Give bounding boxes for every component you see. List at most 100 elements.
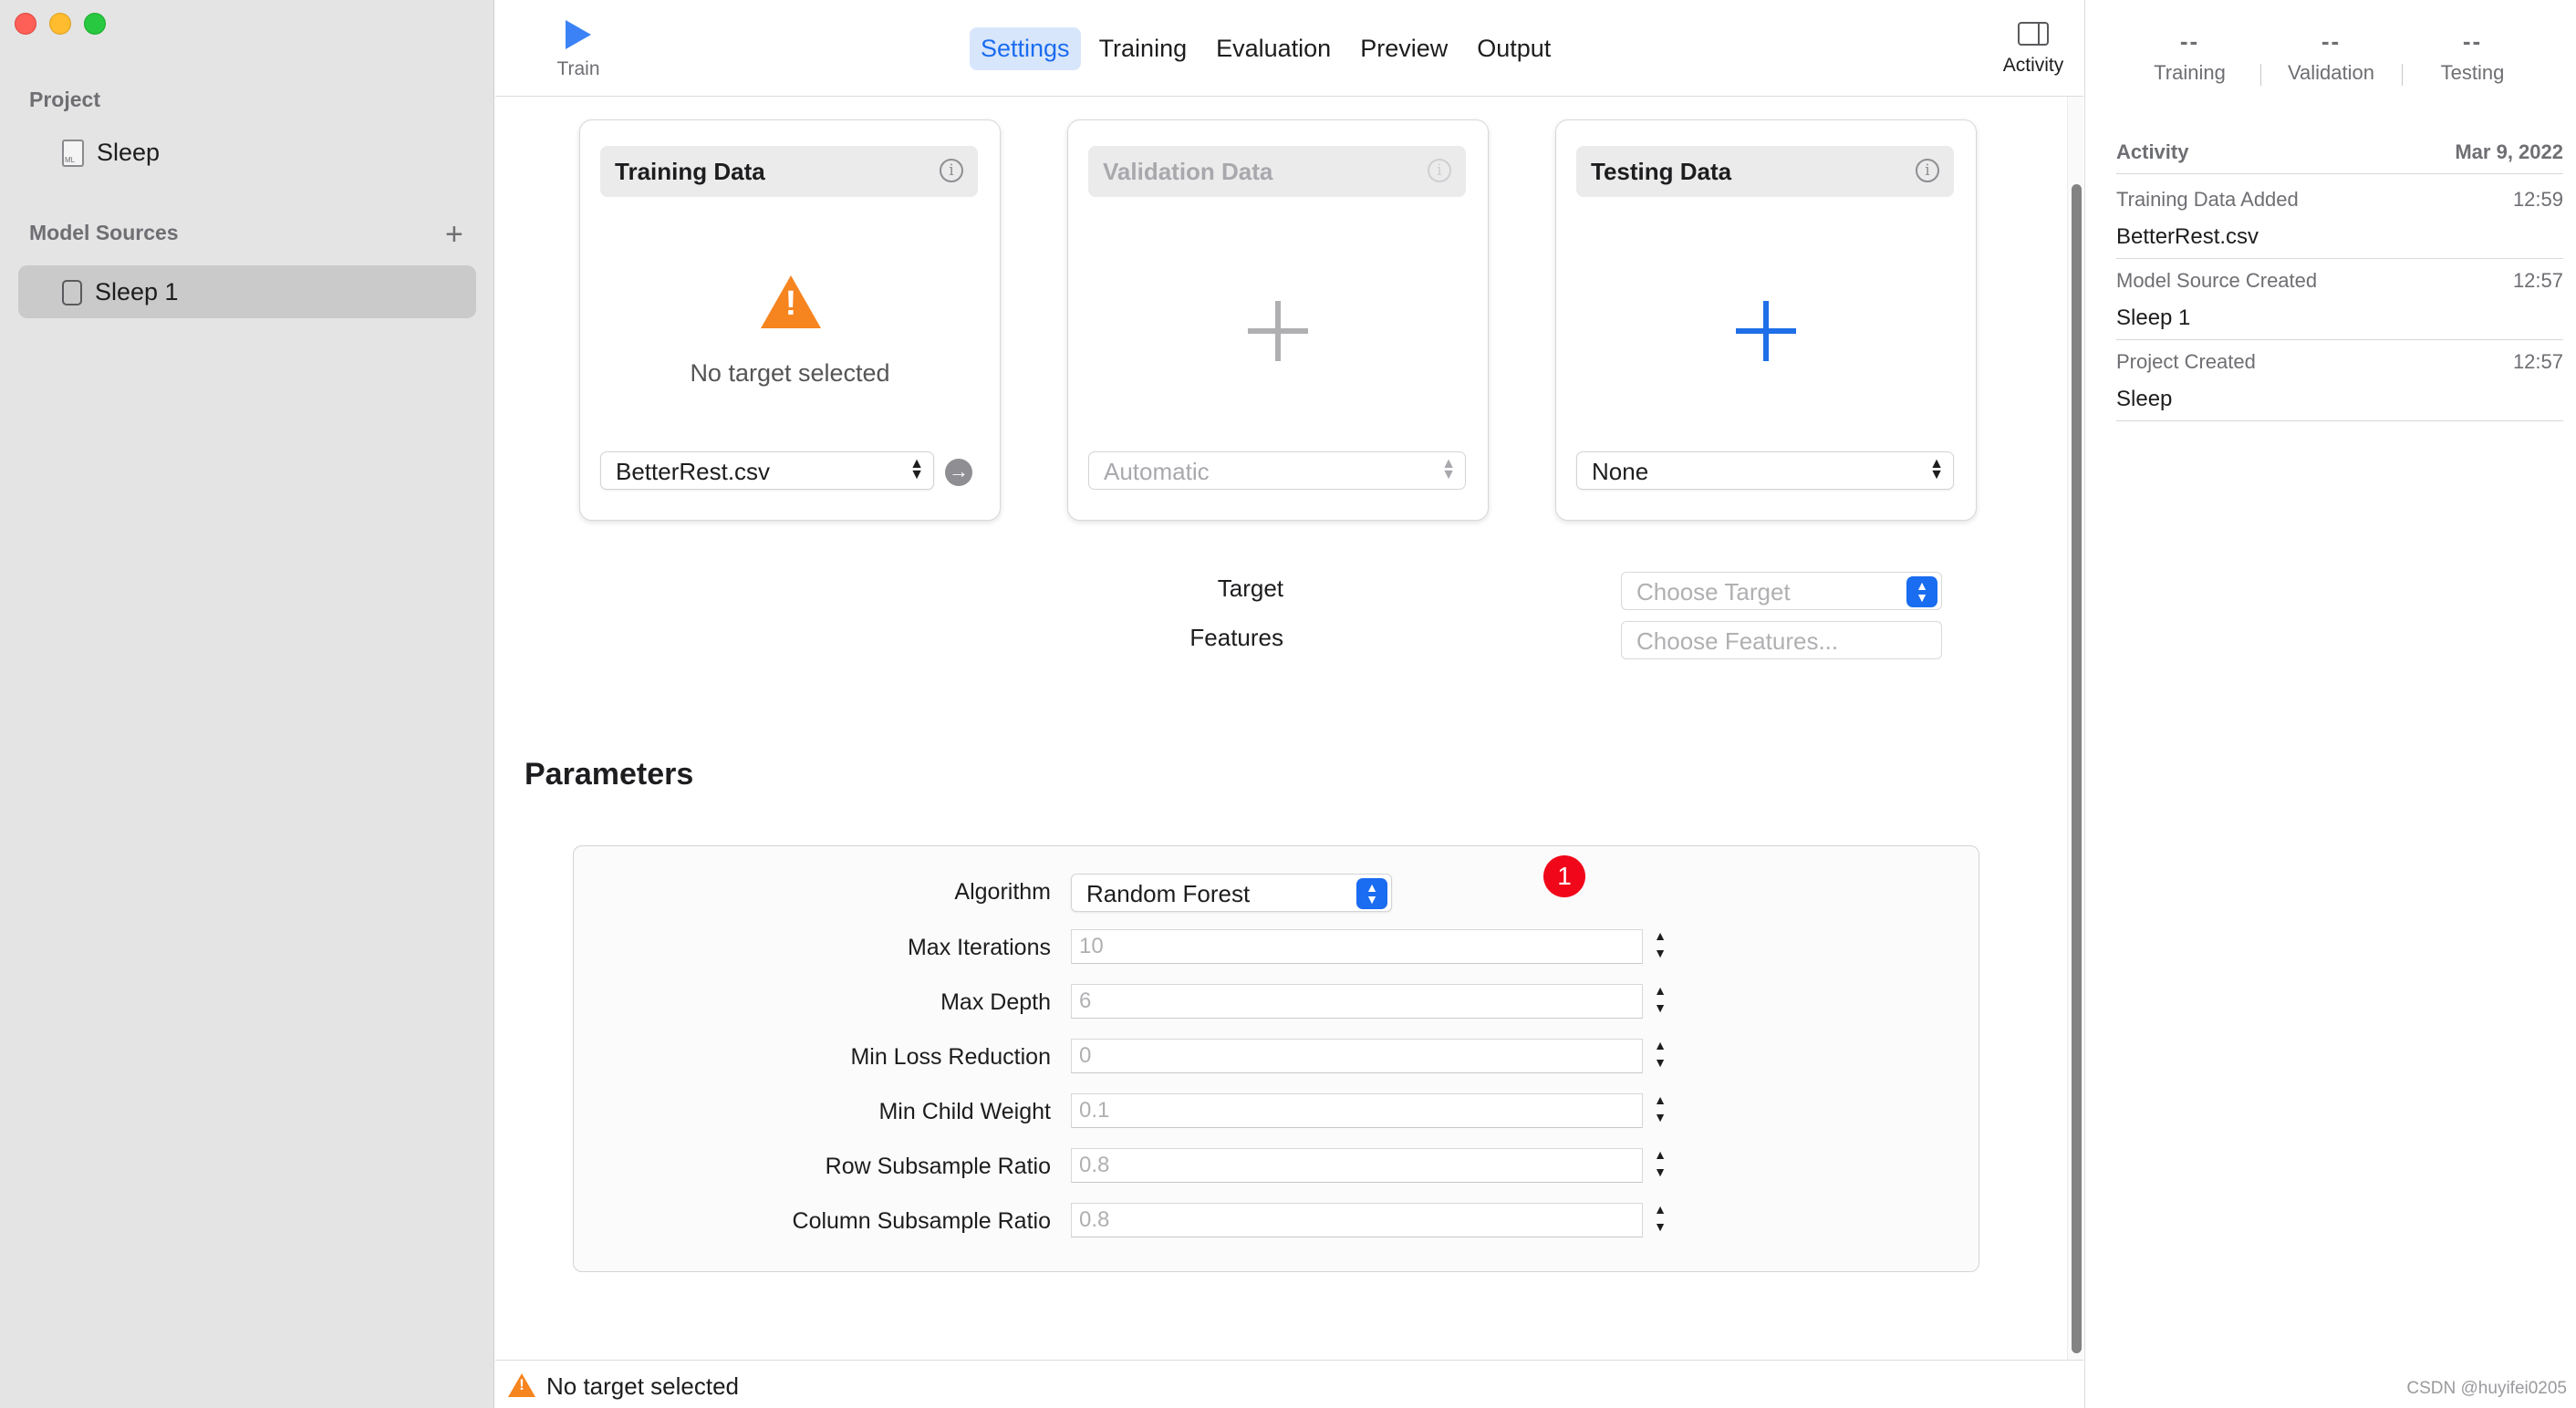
activity-item: Training Data Added 12:59 BetterRest.csv: [2116, 179, 2563, 259]
sidebar-item-label: Sleep: [97, 139, 161, 166]
select-value: BetterRest.csv: [616, 458, 771, 485]
tab-preview[interactable]: Preview: [1349, 27, 1459, 70]
tab-output[interactable]: Output: [1466, 27, 1562, 70]
go-to-data-icon[interactable]: →: [945, 459, 972, 486]
features-label: Features: [1189, 624, 1283, 651]
annotation-badge: 1: [1543, 855, 1585, 897]
card-title: Testing Data: [1591, 158, 1732, 185]
sidebar: Project Sleep Model Sources + Sleep 1: [0, 0, 494, 1408]
training-data-card: Training Data i ! No target selected Bet…: [579, 119, 1001, 521]
warning-exclamation: !: [519, 1376, 525, 1393]
close-window-button[interactable]: [15, 13, 36, 35]
count-value: --: [2179, 27, 2200, 55]
row-subsample-ratio-input[interactable]: 0.8: [1071, 1148, 1643, 1183]
target-label: Target: [1217, 575, 1283, 602]
add-model-source-icon[interactable]: +: [445, 217, 463, 253]
select-value: Random Forest: [1086, 880, 1251, 907]
add-testing-data-icon[interactable]: [1736, 301, 1796, 361]
play-icon: [566, 20, 591, 49]
scroll-thumb[interactable]: [2072, 184, 2082, 1353]
count-label: Validation: [2288, 61, 2374, 84]
activity-header-title: Activity: [2116, 140, 2189, 163]
training-count: -- Training: [2119, 27, 2260, 85]
activity-button[interactable]: Activity: [1983, 22, 2083, 77]
activity-item-time: 12:59: [2512, 188, 2563, 211]
testing-data-card: Testing Data i None ▲ ▼: [1555, 119, 1977, 521]
column-subsample-ratio-input[interactable]: 0.8: [1071, 1203, 1643, 1237]
min-loss-reduction-input[interactable]: 0: [1071, 1039, 1643, 1073]
min-child-weight-stepper[interactable]: ▲ ▼: [1650, 1092, 1670, 1130]
activity-item-value: Sleep 1: [2116, 305, 2191, 330]
activity-date: Mar 9, 2022: [2455, 140, 2563, 163]
card-title: Training Data: [615, 158, 765, 185]
sidebar-toggle-icon: [2018, 22, 2049, 46]
sidebar-item-model-source[interactable]: Sleep 1: [62, 278, 179, 306]
add-validation-data-icon: [1248, 301, 1308, 361]
activity-panel: -- Training -- Validation -- Testing Act…: [2084, 0, 2576, 1408]
select-value: Automatic: [1104, 458, 1210, 485]
max-depth-label: Max Depth: [940, 989, 1051, 1015]
max-iterations-label: Max Iterations: [907, 935, 1051, 960]
info-icon[interactable]: i: [1916, 159, 1939, 182]
activity-item-value: Sleep: [2116, 387, 2173, 411]
activity-header: Activity Mar 9, 2022: [2116, 140, 2563, 174]
tab-evaluation[interactable]: Evaluation: [1205, 27, 1342, 70]
features-placeholder: Choose Features...: [1636, 627, 1839, 655]
min-child-weight-input[interactable]: 0.1: [1071, 1093, 1643, 1128]
validation-data-card: Validation Data i Automatic ▲ ▼: [1067, 119, 1489, 521]
sidebar-item-project[interactable]: Sleep: [62, 139, 160, 167]
card-header: Training Data i: [600, 146, 978, 197]
target-select[interactable]: Choose Target ▲ ▼: [1621, 572, 1942, 610]
activity-item: Project Created 12:57 Sleep: [2116, 341, 2563, 421]
count-label: Training: [2154, 61, 2226, 84]
settings-content: Training Data i ! No target selected Bet…: [495, 97, 2083, 1360]
data-counts: -- Training -- Validation -- Testing: [2085, 27, 2576, 86]
up-down-chevron-icon: ▲ ▼: [1356, 878, 1387, 909]
max-iterations-input[interactable]: 10: [1071, 929, 1643, 964]
train-button[interactable]: Train: [537, 20, 619, 80]
training-data-select[interactable]: BetterRest.csv ▲ ▼: [600, 451, 934, 490]
testing-data-select[interactable]: None ▲ ▼: [1576, 451, 1954, 490]
min-loss-reduction-label: Min Loss Reduction: [850, 1044, 1051, 1070]
features-select[interactable]: Choose Features...: [1621, 621, 1942, 659]
row-subsample-ratio-label: Row Subsample Ratio: [825, 1154, 1051, 1179]
activity-item-title: Model Source Created: [2116, 269, 2318, 292]
create-ml-window: Project Sleep Model Sources + Sleep 1 Tr…: [0, 0, 2576, 1408]
activity-item: Model Source Created 12:57 Sleep 1: [2116, 260, 2563, 340]
status-text: No target selected: [546, 1372, 740, 1400]
row-subsample-ratio-stepper[interactable]: ▲ ▼: [1650, 1146, 1670, 1185]
max-iterations-stepper[interactable]: ▲ ▼: [1650, 927, 1670, 966]
minimize-window-button[interactable]: [49, 13, 71, 35]
activity-label: Activity: [2002, 55, 2064, 76]
count-label: Testing: [2440, 61, 2505, 84]
zoom-window-button[interactable]: [84, 13, 106, 35]
tab-bar: Settings Training Evaluation Preview Out…: [970, 27, 1562, 70]
model-sources-section-header: Model Sources: [29, 221, 179, 244]
activity-item-time: 12:57: [2512, 269, 2563, 292]
min-loss-reduction-stepper[interactable]: ▲ ▼: [1650, 1037, 1670, 1075]
toolbar: Train Settings Training Evaluation Previ…: [495, 0, 2083, 97]
tab-training[interactable]: Training: [1088, 27, 1199, 70]
column-subsample-ratio-label: Column Subsample Ratio: [792, 1208, 1051, 1234]
model-source-icon: [62, 279, 82, 305]
info-icon[interactable]: i: [940, 159, 963, 182]
parameters-title: Parameters: [525, 757, 694, 792]
max-depth-input[interactable]: 6: [1071, 984, 1643, 1019]
parameters-panel: Algorithm Random Forest ▲ ▼ 1 Max Iterati…: [573, 845, 1979, 1272]
testing-count: -- Testing: [2402, 27, 2543, 86]
activity-item-time: 12:57: [2512, 350, 2563, 373]
tab-settings[interactable]: Settings: [970, 27, 1081, 70]
ml-document-icon: [62, 139, 84, 167]
algorithm-select[interactable]: Random Forest ▲ ▼: [1071, 874, 1392, 912]
watermark: CSDN @huyifei0205: [2406, 1379, 2567, 1398]
card-message: No target selected: [690, 359, 890, 387]
up-down-chevron-icon: ▲ ▼: [909, 456, 924, 482]
max-depth-stepper[interactable]: ▲ ▼: [1650, 982, 1670, 1020]
activity-item-value: BetterRest.csv: [2116, 224, 2259, 249]
column-subsample-ratio-stepper[interactable]: ▲ ▼: [1650, 1201, 1670, 1239]
status-bar: ! No target selected: [495, 1360, 2083, 1408]
project-section-header: Project: [29, 88, 100, 111]
target-placeholder: Choose Target: [1636, 578, 1791, 606]
vertical-scrollbar[interactable]: [2067, 97, 2083, 1360]
min-child-weight-label: Min Child Weight: [878, 1099, 1051, 1124]
